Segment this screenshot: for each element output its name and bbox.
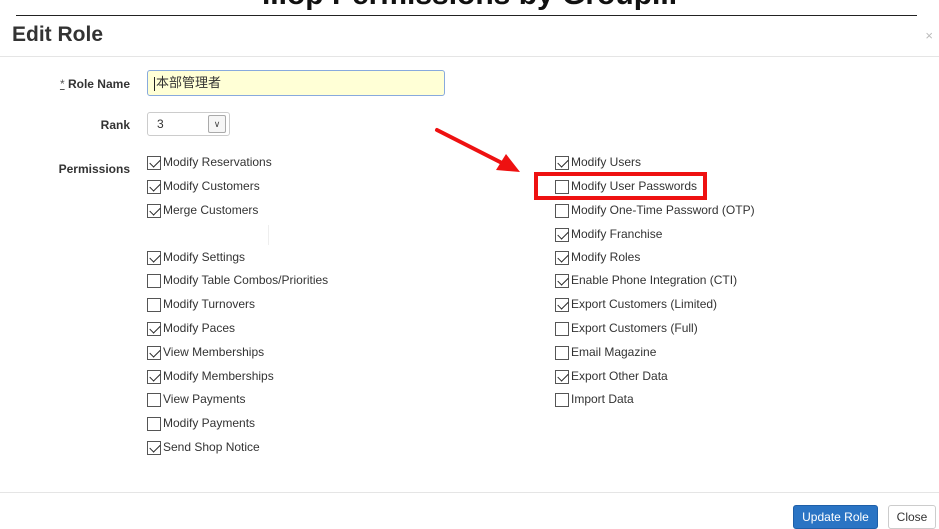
permission-checkbox[interactable] <box>147 180 161 194</box>
permission-checkbox[interactable] <box>147 156 161 170</box>
permission-checkbox[interactable] <box>555 156 569 170</box>
close-icon[interactable]: × <box>925 28 933 43</box>
modal-header: Edit Role × <box>0 16 939 57</box>
permission-checkbox[interactable] <box>147 251 161 265</box>
permission-checkbox[interactable] <box>555 393 569 407</box>
permission-label: Modify Payments <box>163 416 256 430</box>
permission-label: Export Customers (Limited) <box>571 297 718 311</box>
role-name-label-text: Role Name <box>67 77 130 91</box>
required-marker: * <box>59 77 65 91</box>
permission-checkbox[interactable] <box>147 417 161 431</box>
permission-checkbox[interactable] <box>555 228 569 242</box>
close-button[interactable]: Close <box>888 505 936 529</box>
permissions-label: Permissions <box>58 162 130 176</box>
permission-checkbox[interactable] <box>147 441 161 455</box>
permission-checkbox[interactable] <box>147 370 161 384</box>
annotation-highlight-box <box>534 172 707 200</box>
rank-value: 3 <box>157 117 164 131</box>
permission-checkbox[interactable] <box>147 393 161 407</box>
permission-checkbox[interactable] <box>555 346 569 360</box>
permission-label: Modify Customers <box>163 179 260 193</box>
permission-label: Modify Turnovers <box>163 297 256 311</box>
permission-checkbox[interactable] <box>555 274 569 288</box>
permission-checkbox[interactable] <box>147 298 161 312</box>
permission-label: Modify Table Combos/Priorities <box>163 273 329 287</box>
background-heading-text: ...op Permissions by Group... <box>0 0 939 12</box>
permission-label: Modify Reservations <box>163 155 272 169</box>
permission-label: Modify Franchise <box>571 227 663 241</box>
permission-label: Send Shop Notice <box>163 440 260 454</box>
permission-checkbox[interactable] <box>555 370 569 384</box>
permission-label: Modify Memberships <box>163 369 274 383</box>
update-role-button[interactable]: Update Role <box>793 505 878 529</box>
permission-checkbox[interactable] <box>147 204 161 218</box>
permission-label: Modify Settings <box>163 250 246 264</box>
permission-label: Enable Phone Integration (CTI) <box>571 273 738 287</box>
role-name-input[interactable]: 本部管理者 <box>147 70 445 96</box>
permission-label: Modify Roles <box>571 250 641 264</box>
permission-checkbox[interactable] <box>147 322 161 336</box>
annotation-arrow-icon <box>435 128 520 172</box>
role-name-label: * Role Name <box>10 77 130 91</box>
permission-label: Modify One-Time Password (OTP) <box>571 203 755 217</box>
permission-label: View Payments <box>163 392 246 406</box>
permission-label: Export Customers (Full) <box>571 321 698 335</box>
permission-checkbox[interactable] <box>555 204 569 218</box>
divider <box>268 225 269 245</box>
rank-select[interactable]: 3 ∨ <box>147 112 230 136</box>
permission-checkbox[interactable] <box>555 298 569 312</box>
role-name-value: 本部管理者 <box>156 75 222 90</box>
permission-label: View Memberships <box>163 345 265 359</box>
permission-label: Import Data <box>571 392 634 406</box>
permission-label: Email Magazine <box>571 345 657 359</box>
permission-checkbox[interactable] <box>147 346 161 360</box>
permission-label: Modify Paces <box>163 321 236 335</box>
permission-checkbox[interactable] <box>555 251 569 265</box>
permission-label: Modify Users <box>571 155 642 169</box>
modal-title: Edit Role <box>12 23 104 46</box>
permission-label: Export Other Data <box>571 369 668 383</box>
permission-checkbox[interactable] <box>555 322 569 336</box>
rank-label: Rank <box>100 118 130 132</box>
permission-label: Merge Customers <box>163 203 259 217</box>
text-cursor <box>154 76 155 91</box>
chevron-down-icon[interactable]: ∨ <box>208 115 226 133</box>
background-page-heading: ...op Permissions by Group... <box>0 0 939 16</box>
permission-checkbox[interactable] <box>147 274 161 288</box>
